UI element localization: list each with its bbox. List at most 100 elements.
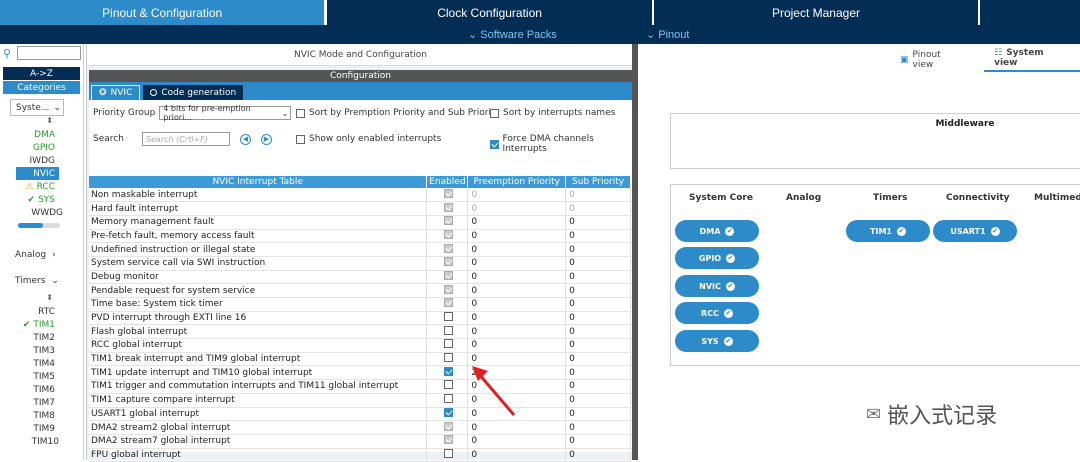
enabled-checkbox[interactable]: [443, 284, 453, 294]
sub-priority-cell[interactable]: 0: [565, 379, 631, 394]
category-item-dma[interactable]: DMA: [0, 128, 83, 141]
system-view-button[interactable]: ☷ System view: [984, 48, 1080, 72]
category-search-input[interactable]: [17, 46, 81, 60]
preemption-priority-cell[interactable]: 0: [467, 352, 567, 367]
enabled-checkbox[interactable]: [443, 407, 453, 417]
pill-sys[interactable]: SYS ✔: [675, 330, 759, 352]
table-row[interactable]: RCC global interrupt 0 0: [89, 338, 631, 353]
enabled-checkbox[interactable]: [443, 229, 453, 239]
timers-group[interactable]: Timers ⌄: [10, 272, 64, 289]
system-core-group[interactable]: Syste... ⌄: [10, 99, 64, 116]
table-row[interactable]: PVD interrupt through EXTI line 16 0 0: [89, 311, 631, 326]
table-row[interactable]: Flash global interrupt 0 0: [89, 324, 631, 340]
tab-project-manager[interactable]: Project Manager: [653, 0, 979, 25]
enabled-checkbox[interactable]: [443, 339, 453, 349]
enabled-checkbox[interactable]: [443, 325, 453, 335]
pinout-view-button[interactable]: ▣ Pinout view: [900, 48, 964, 72]
category-item-tim3[interactable]: TIM3: [0, 344, 83, 357]
enabled-checkbox[interactable]: [443, 243, 453, 253]
table-row[interactable]: System service call via SWI instruction 0…: [89, 256, 631, 271]
force-dma-checkbox[interactable]: [490, 139, 499, 149]
table-row[interactable]: Pre-fetch fault, memory access fault 0 0: [89, 229, 631, 244]
preemption-priority-cell[interactable]: 0: [467, 338, 567, 353]
preemption-priority-cell[interactable]: 0: [467, 420, 567, 435]
category-item-sys[interactable]: ✔ SYS: [0, 193, 83, 206]
enabled-checkbox[interactable]: [443, 257, 453, 267]
preemption-priority-cell[interactable]: 0: [467, 311, 567, 326]
category-item-tim7[interactable]: TIM7: [0, 396, 83, 409]
sub-priority-cell[interactable]: 0: [565, 201, 631, 216]
sub-priority-cell[interactable]: 0: [565, 393, 631, 408]
category-item-tim8[interactable]: TIM8: [0, 409, 83, 422]
pinout-menu[interactable]: ⌄ Pinout: [646, 28, 689, 41]
category-item-tim9[interactable]: TIM9: [0, 422, 83, 435]
pill-nvic[interactable]: NVIC ✔: [675, 275, 759, 297]
pill-rcc[interactable]: RCC ✔: [675, 302, 759, 324]
tab-pinout-configuration[interactable]: Pinout & Configuration: [0, 0, 325, 25]
table-row[interactable]: Debug monitor 0 0: [89, 270, 631, 285]
category-item-rtc[interactable]: RTC: [0, 305, 83, 318]
preemption-priority-cell[interactable]: 0: [467, 283, 567, 298]
tab-tools[interactable]: [980, 0, 1080, 25]
category-item-tim1[interactable]: ✔ TIM1: [0, 318, 83, 331]
table-row[interactable]: Hard fault interrupt 0 0: [89, 201, 631, 216]
sub-priority-cell[interactable]: 0: [565, 242, 631, 257]
table-row[interactable]: TIM1 capture compare interrupt 0 0: [89, 393, 631, 408]
category-item-wwdg[interactable]: WWDG: [0, 206, 83, 219]
enabled-checkbox[interactable]: [443, 298, 453, 308]
sub-priority-cell[interactable]: 0: [565, 365, 631, 381]
pill-gpio[interactable]: GPIO ✔: [675, 247, 759, 269]
sub-priority-cell[interactable]: 0: [565, 297, 631, 312]
search-prev-icon[interactable]: ◀: [239, 133, 251, 145]
table-row[interactable]: Memory management fault 0 0: [89, 215, 631, 230]
scroll-indicator[interactable]: [18, 223, 60, 228]
preemption-priority-cell[interactable]: 0: [467, 229, 567, 244]
enabled-checkbox[interactable]: [443, 216, 453, 226]
category-item-tim6[interactable]: TIM6: [0, 383, 83, 396]
category-item-tim4[interactable]: TIM4: [0, 357, 83, 370]
preemption-priority-cell[interactable]: 0: [467, 242, 567, 257]
category-item-iwdg[interactable]: IWDG: [0, 154, 83, 167]
preemption-priority-cell[interactable]: 0: [467, 215, 567, 230]
sub-priority-cell[interactable]: 0: [565, 352, 631, 367]
enabled-checkbox[interactable]: [443, 188, 453, 198]
enabled-checkbox[interactable]: [443, 435, 453, 445]
enabled-checkbox[interactable]: [443, 421, 453, 431]
preemption-priority-cell[interactable]: 0: [467, 324, 567, 340]
enabled-checkbox[interactable]: [443, 380, 453, 390]
preemption-priority-cell[interactable]: 0: [467, 256, 567, 271]
pill-usart1[interactable]: USART1 ✔: [933, 220, 1017, 242]
tab-clock-configuration[interactable]: Clock Configuration: [327, 0, 652, 25]
sub-priority-cell[interactable]: 0: [565, 311, 631, 326]
preemption-priority-cell[interactable]: 0: [467, 434, 567, 449]
sub-priority-cell[interactable]: 0: [565, 338, 631, 353]
sub-priority-cell[interactable]: 0: [565, 270, 631, 285]
table-row[interactable]: Non maskable interrupt 0 0: [89, 188, 631, 203]
categories-button[interactable]: Categories: [3, 81, 80, 94]
software-packs-menu[interactable]: ⌄ Software Packs: [468, 28, 557, 41]
sub-priority-cell[interactable]: 0: [565, 283, 631, 298]
sub-priority-cell[interactable]: 0: [565, 407, 631, 422]
enabled-checkbox[interactable]: [443, 366, 453, 376]
tab-nvic[interactable]: ✪ NVIC: [91, 85, 141, 100]
search-next-icon[interactable]: ▶: [260, 133, 272, 145]
sub-priority-cell[interactable]: 0: [565, 229, 631, 244]
table-row[interactable]: TIM1 update interrupt and TIM10 global i…: [89, 365, 631, 381]
pill-tim1[interactable]: TIM1 ✔: [846, 220, 930, 242]
enabled-checkbox[interactable]: [443, 270, 453, 280]
preemption-priority-cell[interactable]: 0: [467, 270, 567, 285]
sort-names-option[interactable]: Sort by interrupts names: [490, 108, 615, 118]
analog-group[interactable]: Analog ›: [10, 246, 64, 263]
sort-names-checkbox[interactable]: [490, 108, 499, 118]
table-row[interactable]: DMA2 stream7 global interrupt 0 0: [89, 434, 631, 449]
sub-priority-cell[interactable]: 0: [565, 215, 631, 230]
pill-dma[interactable]: DMA ✔: [675, 220, 759, 242]
sub-priority-cell[interactable]: 0: [565, 256, 631, 271]
sort-az-button[interactable]: A->Z: [3, 67, 80, 80]
table-row[interactable]: Pendable request for system service 0 0: [89, 283, 631, 298]
table-row[interactable]: USART1 global interrupt 0 0: [89, 407, 631, 422]
sub-priority-cell[interactable]: 0: [565, 324, 631, 340]
interrupt-search-input[interactable]: Search (Crtl+F): [141, 132, 230, 146]
category-item-gpio[interactable]: GPIO: [0, 141, 83, 154]
category-item-nvic[interactable]: NVIC: [16, 167, 59, 180]
